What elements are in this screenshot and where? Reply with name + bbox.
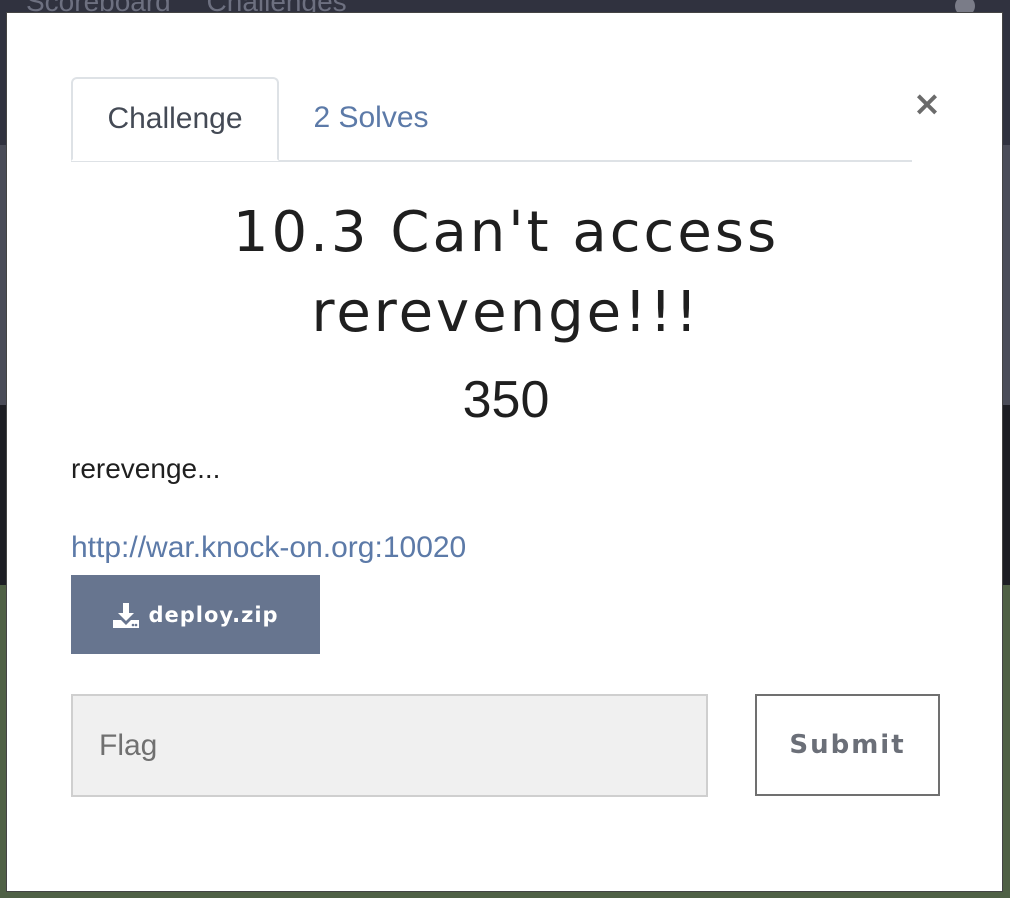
modal-tabs: Challenge 2 Solves — [71, 77, 912, 162]
download-file-label: deploy.zip — [148, 602, 279, 627]
tab-challenge[interactable]: Challenge — [71, 77, 279, 161]
challenge-link[interactable]: http://war.knock-on.org:10020 — [71, 531, 466, 565]
download-file-button[interactable]: deploy.zip — [71, 575, 320, 654]
submit-button[interactable]: Submit — [755, 694, 940, 796]
tab-solves[interactable]: 2 Solves — [291, 77, 451, 159]
challenge-points: 350 — [462, 371, 550, 429]
download-icon — [113, 602, 140, 628]
flag-input[interactable] — [71, 694, 708, 797]
challenge-description: rerevenge... — [71, 453, 221, 484]
close-icon[interactable]: × — [912, 87, 942, 121]
challenge-modal: × Challenge 2 Solves 10.3 Can't access r… — [6, 12, 1003, 892]
challenge-title: 10.3 Can't access rerevenge!!! — [232, 200, 780, 345]
